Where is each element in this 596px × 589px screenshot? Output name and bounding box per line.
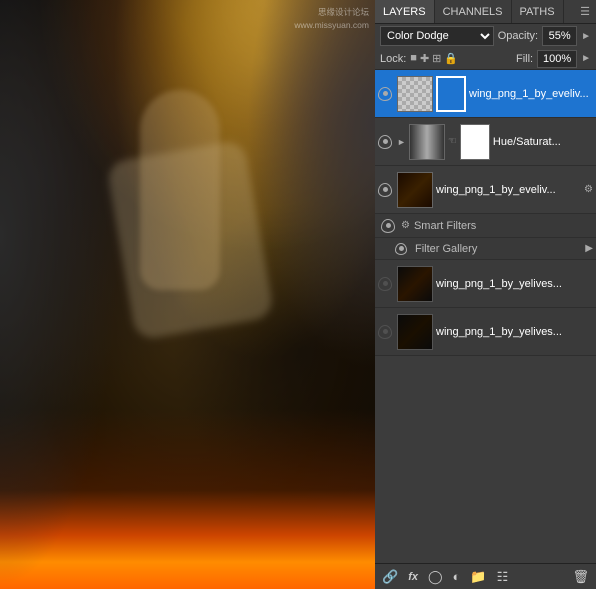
link-layers-icon[interactable]: 🔗 [379,567,401,587]
fx-icon[interactable]: fx [405,569,421,585]
smart-filter-badge-icon: ⚙ [584,184,593,195]
canvas-area: 思缘设计论坛 www.missyuan.com [0,0,375,589]
expand-arrow-icon[interactable]: ► [397,137,406,147]
eye-icon[interactable] [378,277,394,291]
mask-thumbnail [436,76,466,112]
eye-icon[interactable] [378,325,394,339]
opacity-value[interactable]: 55% [542,26,577,46]
layer-name: wing_png_1_by_yelives... [436,278,593,290]
layer-thumbnail [397,314,433,350]
eye-icon[interactable] [381,219,397,233]
tab-layers[interactable]: LAYERS [375,0,435,23]
lock-pixel-icon[interactable]: ■ [410,52,417,65]
fill-arrow[interactable]: ► [581,53,591,64]
lock-move-icon[interactable]: ✚ [420,52,429,65]
opacity-arrow[interactable]: ► [581,31,591,42]
layer-row[interactable]: wing_png_1_by_eveliv... ⚙ [375,166,596,214]
lock-row: Lock: ■ ✚ ⊞ 🔒 Fill: 100% ► [375,48,596,70]
layer-row[interactable]: wing_png_1_by_yelives... [375,308,596,356]
layer-thumbnail [397,172,433,208]
layer-name: Hue/Saturat... [493,136,593,148]
chain-icon: ☜ [448,136,457,147]
eye-icon[interactable] [395,243,411,255]
smart-filter-icon: ⚙ [401,220,410,231]
lock-icons: ■ ✚ ⊞ 🔒 [410,52,458,65]
filter-gallery-row: Filter Gallery ▶ [375,238,596,260]
panel-menu-icon[interactable]: ☰ [574,1,596,22]
filter-gallery-label: Filter Gallery [415,243,477,255]
opacity-label: Opacity: [498,30,538,42]
smart-filters-label: Smart Filters [414,220,476,232]
delete-layer-icon[interactable]: 🗑 [569,567,592,587]
tab-paths[interactable]: PATHS [512,0,564,23]
layer-thumbnail [397,76,433,112]
panels-container: LAYERS CHANNELS PATHS ☰ Color Dodge Norm… [375,0,596,589]
lock-transform-icon[interactable]: ⊞ [432,52,441,65]
layer-thumbnail [409,124,445,160]
blend-mode-row: Color Dodge Normal Multiply Screen Opaci… [375,24,596,48]
fill-label: Fill: [516,53,533,65]
smart-filters-row: ⚙ Smart Filters [375,214,596,238]
layer-name: wing_png_1_by_yelives... [436,326,593,338]
new-layer-icon[interactable]: ☷ [494,567,512,587]
layer-info: wing_png_1_by_yelives... [436,278,593,290]
blend-mode-select[interactable]: Color Dodge Normal Multiply Screen [380,26,494,46]
bottom-toolbar: 🔗 fx ◯ ◐ 📁 ☷ 🗑 [375,563,596,589]
add-mask-icon[interactable]: ◯ [425,567,446,587]
lock-all-icon[interactable]: 🔒 [444,52,458,65]
eye-icon[interactable] [378,183,394,197]
fill-value[interactable]: 100% [537,50,577,68]
layer-info: wing_png_1_by_eveliv... [436,184,581,196]
layer-thumbnail [397,266,433,302]
layer-row[interactable]: ► ☜ Hue/Saturat... [375,118,596,166]
layer-row[interactable]: wing_png_1_by_yelives... [375,260,596,308]
layer-info: Hue/Saturat... [493,136,593,148]
layer-name: wing_png_1_by_eveliv... [436,184,581,196]
layers-list: wing_png_1_by_eveliv... ► ☜ Hue/Saturat.… [375,70,596,563]
tab-bar: LAYERS CHANNELS PATHS ☰ [375,0,596,24]
mask-thumbnail [460,124,490,160]
layer-name: wing_png_1_by_eveliv... [469,88,593,100]
group-layers-icon[interactable]: 📁 [467,567,489,587]
lock-label: Lock: [380,53,406,65]
eye-icon[interactable] [378,135,394,149]
layer-info: wing_png_1_by_eveliv... [469,88,593,100]
filter-settings-icon[interactable]: ▶ [585,243,593,254]
adjustment-icon[interactable]: ◐ [450,567,464,586]
layer-info: wing_png_1_by_yelives... [436,326,593,338]
layer-row[interactable]: wing_png_1_by_eveliv... [375,70,596,118]
eye-icon[interactable] [378,87,394,101]
tab-channels[interactable]: CHANNELS [435,0,512,23]
